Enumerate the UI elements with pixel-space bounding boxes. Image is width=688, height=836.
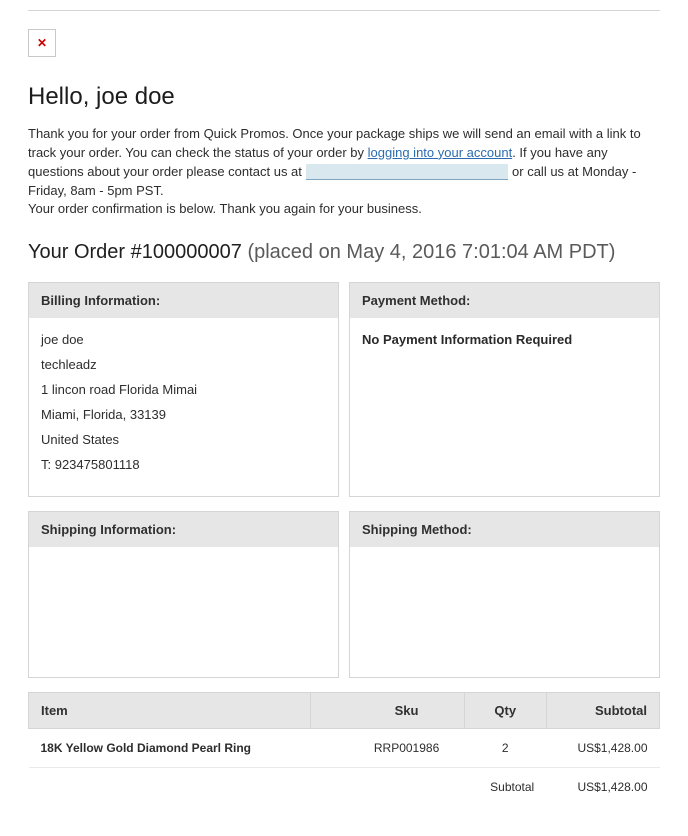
intro-paragraph: Thank you for your order from Quick Prom…: [28, 125, 660, 219]
billing-city-state-zip: Miami, Florida, 33139: [41, 407, 326, 422]
payment-method-panel: Payment Method: No Payment Information R…: [349, 282, 660, 497]
billing-info-body: joe doe techleadz 1 lincon road Florida …: [29, 318, 338, 496]
billing-country: United States: [41, 432, 326, 447]
payment-method-header: Payment Method:: [350, 283, 659, 318]
top-divider: [28, 10, 660, 11]
broken-image-icon: ✕: [37, 36, 47, 50]
broken-image-placeholder: ✕: [28, 29, 56, 57]
table-footer-row: Subtotal US$1,428.00: [29, 768, 660, 807]
footer-subtotal-value: US$1,428.00: [546, 768, 659, 807]
cell-sku: RRP001986: [311, 729, 464, 768]
billing-street: 1 lincon road Florida Mimai: [41, 382, 326, 397]
shipping-method-header: Shipping Method:: [350, 512, 659, 547]
th-subtotal: Subtotal: [546, 693, 659, 729]
th-sku: Sku: [311, 693, 464, 729]
billing-info-header: Billing Information:: [29, 283, 338, 318]
payment-method-body: No Payment Information Required: [350, 318, 659, 361]
th-item: Item: [29, 693, 311, 729]
order-number: #100000007: [131, 241, 242, 263]
payment-method-text: No Payment Information Required: [362, 332, 647, 347]
login-account-link[interactable]: logging into your account: [368, 145, 513, 160]
shipping-info-panel: Shipping Information:: [28, 511, 339, 678]
order-items-table: Item Sku Qty Subtotal 18K Yellow Gold Di…: [28, 692, 660, 806]
cell-qty: 2: [464, 729, 546, 768]
intro-text-4: Your order confirmation is below. Thank …: [28, 201, 422, 216]
billing-phone: T: 923475801118: [41, 457, 326, 472]
contact-email-redacted: techleadz.example@example.com: [306, 164, 509, 180]
table-header-row: Item Sku Qty Subtotal: [29, 693, 660, 729]
greeting-heading: Hello, joe doe: [28, 83, 660, 111]
billing-name: joe doe: [41, 332, 326, 347]
th-qty: Qty: [464, 693, 546, 729]
table-row: 18K Yellow Gold Diamond Pearl Ring RRP00…: [29, 729, 660, 768]
order-heading-prefix: Your Order: [28, 241, 131, 263]
cell-item: 18K Yellow Gold Diamond Pearl Ring: [29, 729, 311, 768]
shipping-info-body: [29, 547, 338, 677]
shipping-info-header: Shipping Information:: [29, 512, 338, 547]
footer-subtotal-label: Subtotal: [464, 768, 546, 807]
placed-prefix: (placed on: [242, 241, 347, 263]
placed-date: May 4, 2016 7:01:04 AM PDT: [346, 241, 608, 263]
shipping-method-panel: Shipping Method:: [349, 511, 660, 678]
billing-company: techleadz: [41, 357, 326, 372]
shipping-method-body: [350, 547, 659, 677]
billing-info-panel: Billing Information: joe doe techleadz 1…: [28, 282, 339, 497]
cell-subtotal: US$1,428.00: [546, 729, 659, 768]
placed-suffix: ): [609, 241, 616, 263]
order-heading: Your Order #100000007 (placed on May 4, …: [28, 241, 660, 264]
